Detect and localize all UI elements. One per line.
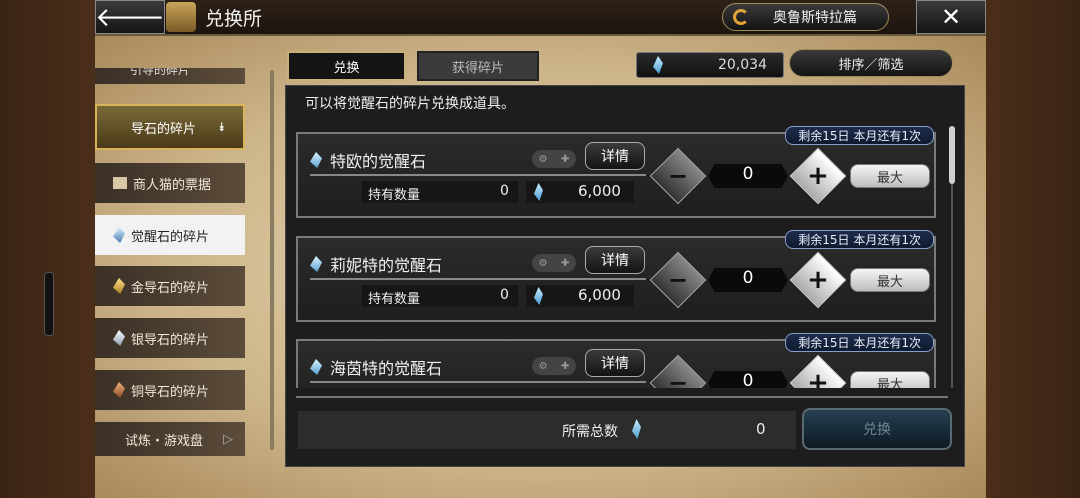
- gold-crystal-icon: [113, 278, 125, 294]
- shop-icon: [166, 2, 196, 32]
- gear-icon: ⚙: [538, 257, 548, 269]
- remaining-badge: 剩余15日 本月还有1次: [785, 230, 934, 249]
- left-frame: [0, 0, 95, 498]
- quantity-value: 0: [742, 164, 754, 184]
- list-item: 剩余15日 本月还有1次 莉妮特的觉醒石 ⚙ ✚ 详情 持有数量 0 6,000 …: [296, 230, 936, 322]
- total-label: 所需总数: [562, 424, 618, 440]
- region-label: 奥鲁斯特拉篇: [773, 10, 857, 26]
- minus-icon: −: [667, 266, 689, 294]
- cost-value: 6,000: [578, 286, 621, 304]
- item-name: 特欧的觉醒石: [330, 152, 427, 171]
- device-notch: [44, 272, 54, 336]
- sidebar-item-label: 银导石的碎片: [131, 332, 210, 348]
- detail-button[interactable]: 详情: [585, 142, 645, 170]
- sidebar-item-silver-shards[interactable]: 银导石的碎片: [95, 318, 245, 358]
- hold-label: 持有数量: [368, 292, 421, 307]
- crystal-icon: [113, 227, 125, 243]
- sidebar-item-merchant-ticket[interactable]: 商人猫的票据: [95, 163, 245, 203]
- plus-icon: ✚: [560, 360, 570, 372]
- sort-filter-button[interactable]: 排序／筛选: [789, 49, 953, 77]
- sidebar-item-label: 金导石的碎片: [131, 280, 210, 296]
- sidebar-item-label: 铜导石的碎片: [131, 384, 210, 400]
- hold-label: 持有数量: [368, 188, 421, 203]
- exchange-button[interactable]: 兑换: [802, 408, 952, 450]
- plus-icon: ✚: [560, 257, 570, 269]
- close-button[interactable]: ✕: [916, 0, 986, 34]
- tab-exchange[interactable]: 兑换: [287, 51, 406, 81]
- sidebar-scrollbar[interactable]: [270, 70, 274, 450]
- item-tag-icons: ⚙ ✚: [532, 150, 576, 168]
- max-button[interactable]: 最大: [850, 164, 930, 188]
- remaining-badge: 剩余15日 本月还有1次: [785, 333, 934, 352]
- footer-divider: [296, 396, 948, 398]
- quantity-value: 0: [742, 268, 754, 288]
- cost-value: 6,000: [578, 182, 621, 200]
- currency-value: 20,034: [718, 57, 767, 73]
- currency-display: 20,034: [636, 52, 784, 78]
- sidebar-category-header[interactable]: 导石的碎片 ⯯: [95, 104, 245, 150]
- sidebar-item-trial-board[interactable]: 试炼・游戏盘 ▷: [95, 422, 245, 456]
- divider: [310, 278, 646, 280]
- item-name: 莉妮特的觉醒石: [330, 256, 443, 275]
- sidebar-item-label: 试炼・游戏盘: [125, 433, 204, 449]
- chevron-right-icon: ▷: [223, 431, 234, 447]
- sidebar-item-cut[interactable]: 引导的碎片: [95, 68, 245, 84]
- crystal-icon: [310, 359, 322, 375]
- crystal-icon: [310, 152, 322, 168]
- back-button[interactable]: 🡐: [95, 0, 165, 34]
- total-value: 0: [756, 420, 766, 438]
- bronze-crystal-icon: [113, 382, 125, 398]
- plus-icon: +: [807, 161, 829, 191]
- item-name: 海茵特的觉醒石: [330, 359, 443, 378]
- sidebar-category-label: 导石的碎片: [131, 121, 197, 137]
- sidebar-item-gold-shards[interactable]: 金导石的碎片: [95, 266, 245, 306]
- detail-button[interactable]: 详情: [585, 349, 645, 377]
- list-item: 剩余15日 本月还有1次 特欧的觉醒石 ⚙ ✚ 详情 持有数量 0 6,000 −…: [296, 126, 936, 218]
- sidebar-item-label: 觉醒石的碎片: [131, 229, 210, 245]
- item-tag-icons: ⚙ ✚: [532, 357, 576, 375]
- description-text: 可以将觉醒石的碎片兑换成道具。: [305, 96, 515, 112]
- divider: [310, 381, 646, 383]
- close-icon: ✕: [940, 3, 962, 31]
- crystal-icon: [310, 256, 322, 272]
- quantity-value: 0: [742, 371, 754, 388]
- sidebar-item-awakening-shards[interactable]: 觉醒石的碎片: [95, 215, 245, 255]
- chevron-down-icon: ⯯: [218, 119, 226, 134]
- page-title: 兑换所: [205, 8, 263, 30]
- divider: [310, 174, 646, 176]
- sidebar-item-bronze-shards[interactable]: 铜导石的碎片: [95, 370, 245, 410]
- list-item: 剩余15日 本月还有1次 海茵特的觉醒石 ⚙ ✚ 详情 − 0 + 最大: [296, 333, 936, 388]
- minus-icon: −: [667, 162, 689, 190]
- gear-icon: ⚙: [538, 153, 548, 165]
- hold-value: 0: [500, 287, 509, 303]
- list-scrollbar[interactable]: [949, 126, 955, 184]
- max-button[interactable]: 最大: [850, 371, 930, 388]
- max-button[interactable]: 最大: [850, 268, 930, 292]
- right-frame: [986, 0, 1080, 498]
- plus-icon: +: [807, 368, 829, 388]
- item-tag-icons: ⚙ ✚: [532, 254, 576, 272]
- hold-value: 0: [500, 183, 509, 199]
- item-list[interactable]: 剩余15日 本月还有1次 特欧的觉醒石 ⚙ ✚ 详情 持有数量 0 6,000 −…: [290, 116, 955, 388]
- sidebar: 引导的碎片 导石的碎片 ⯯ 商人猫的票据 觉醒石的碎片 金导石的碎片 银导石的碎…: [95, 50, 255, 460]
- back-arrow-icon: 🡐: [95, 2, 165, 33]
- gear-icon: ⚙: [538, 360, 548, 372]
- detail-button[interactable]: 详情: [585, 246, 645, 274]
- tab-obtain-shards[interactable]: 获得碎片: [417, 51, 539, 81]
- total-box: [298, 411, 796, 449]
- plus-icon: +: [807, 265, 829, 295]
- silver-crystal-icon: [113, 330, 125, 346]
- sidebar-item-label: 商人猫的票据: [133, 177, 212, 193]
- remaining-badge: 剩余15日 本月还有1次: [785, 126, 934, 145]
- refresh-icon: [733, 9, 749, 25]
- ticket-icon: [113, 177, 127, 189]
- crystal-icon: [653, 56, 663, 74]
- minus-icon: −: [667, 369, 689, 388]
- region-button[interactable]: 奥鲁斯特拉篇: [722, 3, 889, 31]
- plus-icon: ✚: [560, 153, 570, 165]
